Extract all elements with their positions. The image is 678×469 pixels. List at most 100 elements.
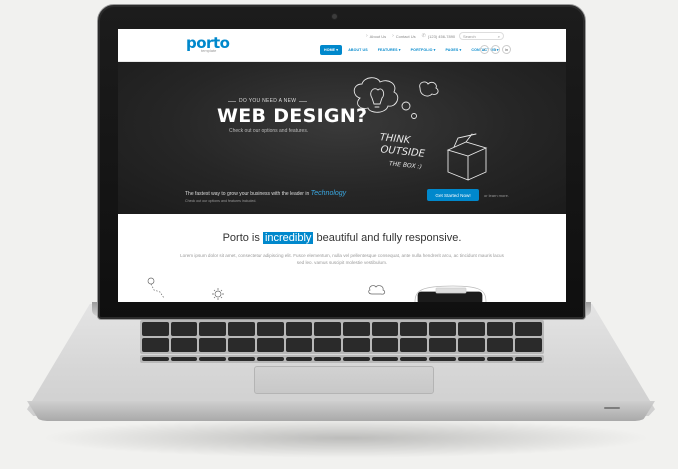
keyboard-key [285, 338, 313, 352]
nav-item-about-us[interactable]: ABOUT US [344, 45, 372, 55]
cta-tagline: The fastest way to grow your business wi… [185, 190, 346, 197]
keyboard-key [486, 357, 514, 361]
linkedin-icon[interactable]: in [502, 45, 511, 54]
nav-item-home[interactable]: HOME ▾ [320, 45, 343, 55]
chalk-drawing: THINK OUTSIDE THE BOX :) [353, 77, 488, 181]
twitter-icon[interactable]: t [491, 45, 500, 54]
search-icon[interactable]: ⌕ [498, 34, 500, 39]
feature-title-after: beautiful and fully responsive. [316, 232, 462, 244]
get-started-button[interactable]: Get Started Now! [427, 189, 479, 201]
top-link-contact[interactable]: › Contact Us [392, 33, 415, 39]
learn-more-link[interactable]: or learn more. [484, 193, 509, 198]
keyboard-key [314, 357, 341, 361]
keyboard-key [457, 322, 485, 336]
nav-item-portfolio[interactable]: PORTFOLIO ▾ [407, 45, 440, 55]
keyboard-key [371, 322, 399, 336]
keyboard-key [142, 322, 169, 336]
keyboard-key [285, 322, 313, 336]
keyboard-key [457, 357, 485, 361]
laptop-trackpad [254, 366, 434, 394]
feature-title: Porto is incredibly beautiful and fully … [118, 232, 566, 244]
keyboard-key [256, 338, 284, 352]
keyboard-key [400, 338, 428, 352]
keyboard-key [371, 338, 399, 352]
box-icon [446, 133, 488, 181]
keyboard-key [486, 338, 514, 352]
phone-icon: ✆ [421, 33, 426, 39]
chalk-text-line: THE BOX :) [389, 160, 422, 170]
keyboard-key [515, 357, 542, 361]
keyboard-key [170, 357, 198, 361]
hero-subtitle: Check out our options and features. [229, 128, 309, 134]
keyboard-key [429, 338, 456, 352]
search-placeholder: Search [463, 33, 476, 39]
feature-section: Porto is incredibly beautiful and fully … [118, 214, 566, 302]
cta-tagline-text: The fastest way to grow your business wi… [185, 191, 310, 197]
laptop-keyboard-bottom-row [140, 355, 544, 363]
keyboard-key [486, 322, 514, 336]
keyboard-key [199, 322, 227, 336]
keyboard-key [429, 357, 456, 361]
keyboard-key [170, 338, 198, 352]
divider [299, 100, 308, 102]
keyboard-key [371, 357, 399, 361]
keyboard-key [285, 357, 313, 361]
thought-bubble-icon [401, 101, 411, 111]
thought-bubble-icon [411, 113, 417, 119]
laptop-keyboard [140, 320, 544, 354]
cta-subtext: Check out our options and features inclu… [185, 199, 257, 203]
hero-small-heading: DO YOU NEED A NEW [228, 98, 308, 104]
keyboard-key [342, 357, 370, 361]
cta-strip: The fastest way to grow your business wi… [118, 179, 566, 214]
angle-icon: › [392, 33, 394, 39]
lightbulb-icon [370, 88, 385, 108]
feature-body: Lorem ipsum dolor sit amet, consectetur … [180, 253, 504, 265]
keyboard-key [199, 338, 227, 352]
keyboard-key [199, 357, 227, 361]
laptop-base-rim [27, 401, 655, 421]
top-link-about[interactable]: › About Us [366, 33, 386, 39]
top-link-label: (123) 456-7890 [427, 33, 456, 39]
keyboard-key [228, 338, 255, 352]
chalk-text-line: OUTSIDE [380, 144, 426, 160]
site-logo-subtitle: template [201, 48, 217, 53]
keyboard-key [515, 322, 542, 336]
keyboard-key [256, 322, 284, 336]
hero-title: WEB DESIGN? [217, 105, 368, 127]
top-link-label: Contact Us [395, 33, 416, 39]
nav-item-pages[interactable]: PAGES ▾ [442, 45, 466, 55]
keyboard-key [400, 357, 428, 361]
main-nav: HOME ▾ ABOUT US FEATURES ▾ PORTFOLIO ▾ P… [320, 45, 503, 55]
feature-title-highlight: incredibly [262, 232, 314, 244]
keyboard-key [457, 338, 485, 352]
laptop-indicator-light [604, 407, 620, 409]
laptop-shadow [40, 418, 652, 458]
keyboard-key [314, 338, 341, 352]
keyboard-key [142, 357, 169, 361]
angle-icon: › [366, 33, 368, 39]
keyboard-key [515, 338, 542, 352]
hero-banner: DO YOU NEED A NEW WEB DESIGN? Check out … [118, 62, 566, 214]
keyboard-key [400, 322, 428, 336]
feature-title-before: Porto is [222, 232, 260, 244]
top-links: › About Us › Contact Us ✆ (123) 456-7890 [366, 33, 455, 39]
gear-icon [212, 288, 224, 300]
keyboard-key [170, 322, 198, 336]
keyboard-key [429, 322, 456, 336]
keyboard-key [228, 322, 255, 336]
camera-icon [332, 14, 337, 19]
cloud-icon [368, 285, 386, 295]
laptop-screen: porto template › About Us › Contact Us ✆… [118, 29, 566, 302]
facebook-icon[interactable]: f [480, 45, 489, 54]
top-link-label: About Us [369, 33, 387, 39]
keyboard-key [314, 322, 341, 336]
map-pin-icon [147, 277, 165, 299]
search-input[interactable]: Search ⌕ [459, 32, 504, 40]
cta-highlight: Technology [310, 190, 347, 197]
top-link-phone[interactable]: ✆ (123) 456-7890 [422, 33, 456, 39]
nav-item-features[interactable]: FEATURES ▾ [374, 45, 405, 55]
site-header: porto template › About Us › Contact Us ✆… [118, 29, 566, 62]
keyboard-key [256, 357, 284, 361]
small-cloud-icon [419, 81, 439, 97]
keyboard-key [142, 338, 169, 352]
